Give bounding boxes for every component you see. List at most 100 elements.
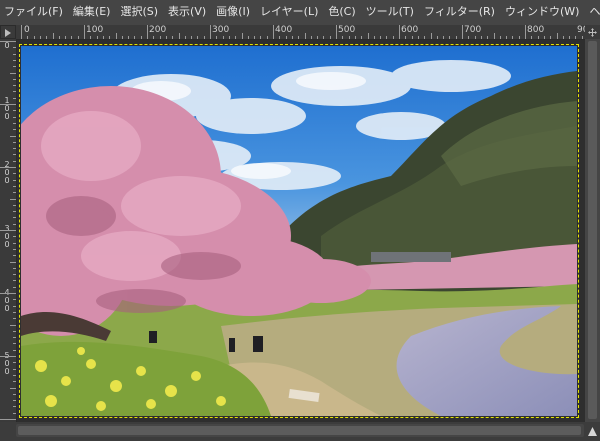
ruler-tick xyxy=(354,36,356,39)
ruler-label: 0 xyxy=(24,25,30,35)
ruler-tick xyxy=(550,36,552,39)
status-bar xyxy=(0,422,600,441)
ruler-tick xyxy=(13,330,16,332)
ruler-tick xyxy=(13,217,16,219)
menu-filters[interactable]: フィルター(R) xyxy=(419,0,500,24)
ruler-tick xyxy=(197,36,199,39)
ruler-tick xyxy=(13,53,16,55)
ruler-tick xyxy=(0,167,16,168)
ruler-tick xyxy=(443,36,445,39)
horizontal-scrollbar[interactable] xyxy=(16,424,584,437)
ruler-tick xyxy=(13,223,16,225)
ruler-tick xyxy=(10,261,16,263)
ruler-tick xyxy=(13,349,16,351)
ruler-tick xyxy=(10,135,16,137)
menu-help[interactable]: ヘルプ(H) xyxy=(584,0,600,24)
ruler-tick xyxy=(39,36,41,39)
ruler-tick xyxy=(13,406,16,408)
ruler-tick xyxy=(13,91,16,93)
ruler-tick xyxy=(13,343,16,345)
canvas-painting xyxy=(21,46,577,416)
menu-view[interactable]: 表示(V) xyxy=(163,0,211,24)
image-canvas[interactable] xyxy=(19,44,579,418)
ruler-tick xyxy=(10,72,16,74)
ruler-tick xyxy=(386,36,388,39)
ruler-tick xyxy=(13,185,16,187)
vertical-scrollbar[interactable] xyxy=(585,39,600,422)
ruler-tick xyxy=(10,324,16,326)
ruler-tick xyxy=(13,192,16,194)
ruler-tick xyxy=(115,33,117,39)
ruler-tick xyxy=(84,25,85,39)
ruler-tick xyxy=(13,78,16,80)
ruler-label: 200 xyxy=(4,160,10,185)
vertical-ruler[interactable]: 0 100 200 300 400 500 xyxy=(0,39,17,422)
menu-windows[interactable]: ウィンドウ(W) xyxy=(500,0,584,24)
horizontal-ruler[interactable]: 0 100 200 300 400 500 600 700 800 900 xyxy=(16,25,585,40)
menu-tools[interactable]: ツール(T) xyxy=(361,0,419,24)
ruler-corner-button[interactable] xyxy=(0,25,16,39)
ruler-tick xyxy=(13,337,16,339)
ruler-label: 0 xyxy=(4,41,10,50)
ruler-tick xyxy=(279,36,281,39)
ruler-tick xyxy=(0,104,16,105)
ruler-tick xyxy=(65,36,67,39)
ruler-tick xyxy=(462,25,463,39)
ruler-tick xyxy=(411,36,413,39)
ruler-tick xyxy=(581,36,583,39)
menu-image[interactable]: 画像(I) xyxy=(211,0,255,24)
zoom-icon[interactable] xyxy=(587,425,598,437)
ruler-tick xyxy=(172,36,174,39)
ruler-tick xyxy=(159,36,161,39)
ruler-tick xyxy=(506,36,508,39)
ruler-tick xyxy=(493,33,495,39)
ruler-tick xyxy=(121,36,123,39)
ruler-tick xyxy=(96,36,98,39)
ruler-tick xyxy=(13,236,16,238)
menu-layer[interactable]: レイヤー(L) xyxy=(255,0,323,24)
ruler-tick xyxy=(178,33,180,39)
ruler-label: 800 xyxy=(527,25,545,35)
ruler-tick xyxy=(13,154,16,156)
ruler-tick xyxy=(90,36,92,39)
scrollbar-thumb[interactable] xyxy=(18,426,581,435)
ruler-tick xyxy=(0,41,16,42)
ruler-tick xyxy=(329,36,331,39)
menu-colors[interactable]: 色(C) xyxy=(323,0,360,24)
ruler-tick xyxy=(235,36,237,39)
ruler-tick xyxy=(228,36,230,39)
ruler-tick xyxy=(455,36,457,39)
ruler-tick xyxy=(0,356,16,357)
ruler-tick xyxy=(147,25,148,39)
ruler-tick xyxy=(518,36,520,39)
ruler-tick xyxy=(0,293,16,294)
ruler-tick xyxy=(13,299,16,301)
ruler-tick xyxy=(13,381,16,383)
ruler-tick xyxy=(405,36,407,39)
ruler-tick xyxy=(165,36,167,39)
ruler-tick xyxy=(487,36,489,39)
ruler-tick xyxy=(480,36,482,39)
ruler-tick xyxy=(27,36,29,39)
ruler-tick xyxy=(109,36,111,39)
ruler-tick xyxy=(241,33,243,39)
ruler-tick xyxy=(13,204,16,206)
ruler-tick xyxy=(33,36,35,39)
ruler-tick xyxy=(222,36,224,39)
ruler-tick xyxy=(13,179,16,181)
ruler-tick xyxy=(512,36,514,39)
ruler-tick xyxy=(13,97,16,99)
ruler-tick xyxy=(13,305,16,307)
menu-select[interactable]: 選択(S) xyxy=(115,0,163,24)
menu-edit[interactable]: 編集(E) xyxy=(68,0,116,24)
ruler-label: 100 xyxy=(4,96,10,121)
navigate-icon xyxy=(588,28,597,37)
ruler-tick xyxy=(210,25,211,39)
scrollbar-thumb[interactable] xyxy=(588,41,597,419)
ruler-tick xyxy=(562,36,564,39)
menu-file[interactable]: ファイル(F) xyxy=(0,0,68,24)
ruler-tick xyxy=(184,36,186,39)
ruler-tick xyxy=(13,66,16,68)
navigate-button[interactable] xyxy=(585,25,600,39)
ruler-tick xyxy=(543,36,545,39)
